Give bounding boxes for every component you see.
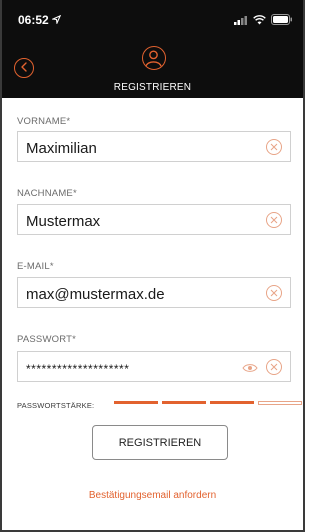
user-icon xyxy=(142,46,166,70)
strength-segment xyxy=(114,401,158,404)
firstname-label: VORNAME* xyxy=(17,116,71,127)
clear-icon[interactable] xyxy=(266,359,282,375)
signal-icon xyxy=(234,12,248,30)
back-button[interactable] xyxy=(14,58,34,78)
wifi-icon xyxy=(253,12,266,30)
password-value[interactable]: ******************** xyxy=(26,362,129,376)
resend-confirmation-link[interactable]: Bestätigungsemail anfordern xyxy=(0,490,305,501)
strength-segment xyxy=(258,401,302,405)
lastname-value[interactable]: Mustermax xyxy=(26,213,100,230)
email-value[interactable]: max@mustermax.de xyxy=(26,286,165,303)
password-strength-label: PASSWORTSTÄRKE: xyxy=(17,401,95,410)
back-icon xyxy=(20,59,28,77)
strength-segment xyxy=(162,401,206,404)
page-title: REGISTRIEREN xyxy=(113,82,192,93)
email-label: E-MAIL* xyxy=(17,261,54,272)
battery-icon xyxy=(271,12,293,30)
register-button[interactable]: REGISTRIEREN xyxy=(92,425,228,460)
email-field[interactable]: max@mustermax.de xyxy=(17,277,291,308)
password-strength-meter xyxy=(114,401,302,405)
lastname-field[interactable]: Mustermax xyxy=(17,204,291,235)
clear-icon[interactable] xyxy=(266,139,282,155)
password-label: PASSWORT* xyxy=(17,334,76,345)
app-header: 06:52 REGISTRIEREN xyxy=(0,0,305,98)
status-icons xyxy=(234,12,293,30)
strength-segment xyxy=(210,401,254,404)
clear-icon[interactable] xyxy=(266,212,282,228)
status-time: 06:52 xyxy=(18,13,61,27)
lastname-label: NACHNAME* xyxy=(17,188,77,199)
firstname-value[interactable]: Maximilian xyxy=(26,140,97,157)
status-time-text: 06:52 xyxy=(18,13,49,27)
eye-icon[interactable] xyxy=(242,361,258,373)
firstname-field[interactable]: Maximilian xyxy=(17,131,291,162)
password-field[interactable]: ******************** xyxy=(17,351,291,382)
clear-icon[interactable] xyxy=(266,285,282,301)
location-arrow-icon xyxy=(50,13,61,27)
